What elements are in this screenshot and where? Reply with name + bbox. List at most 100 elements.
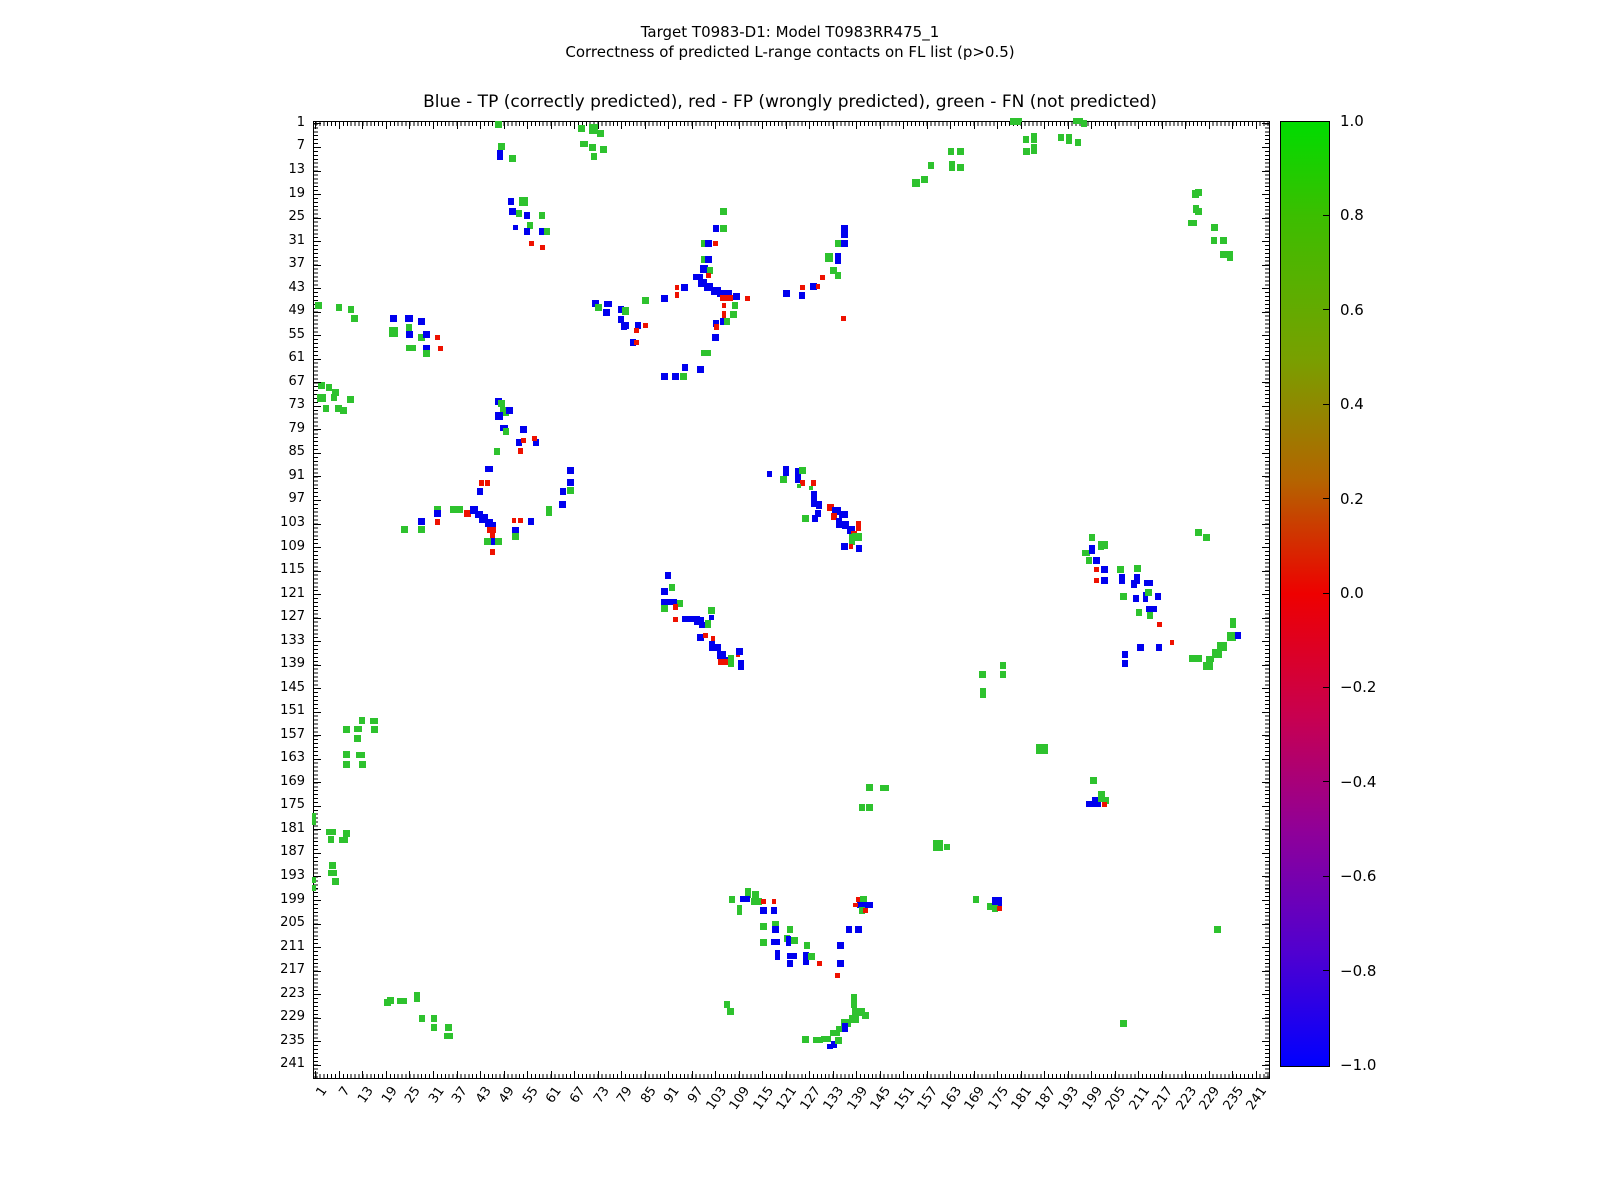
major-tick [314, 688, 321, 689]
major-tick [314, 1041, 321, 1042]
y-tick-label: 31 [235, 233, 305, 249]
contact-point-tp [1101, 577, 1108, 584]
contact-point-fn [456, 506, 463, 513]
x-tick-label: 235 [1221, 1084, 1248, 1113]
major-tick [786, 122, 787, 129]
y-tick-label: 139 [235, 656, 305, 672]
x-tick-label: 163 [938, 1084, 965, 1113]
contact-point-fn [359, 717, 366, 724]
contact-point-tp [661, 295, 668, 302]
major-tick [1262, 665, 1269, 666]
contact-point-fn [680, 373, 687, 380]
contact-point-fn [1211, 224, 1218, 231]
colorbar-tick-label: 0.0 [1340, 584, 1410, 602]
y-tick-label: 49 [235, 303, 305, 319]
x-tick-label: 73 [591, 1084, 613, 1106]
major-tick [457, 122, 458, 129]
contact-point-tp [1101, 566, 1108, 573]
major-tick [739, 1071, 740, 1078]
contact-point-fn [661, 605, 668, 612]
contact-point-fp [720, 295, 734, 300]
major-tick [362, 122, 363, 129]
figure-title-line1: Target T0983-D1: Model T0983RR475_1 [200, 22, 1380, 42]
y-tick-label: 157 [235, 727, 305, 743]
contact-point-tp [1134, 574, 1139, 583]
contact-point-tp [775, 950, 780, 959]
contact-point-fn [498, 400, 505, 407]
major-tick [1262, 194, 1269, 195]
major-tick [1262, 453, 1269, 454]
x-tick-label: 133 [821, 1084, 848, 1113]
colorbar-tick [1323, 876, 1329, 877]
contact-point-fn [1081, 120, 1088, 127]
contact-point-tp [697, 366, 704, 373]
contact-point-fn [921, 176, 928, 183]
contact-point-fp [722, 303, 727, 308]
contact-point-fn [720, 225, 727, 232]
major-tick [314, 194, 321, 195]
contact-point-fn [1227, 251, 1233, 261]
major-tick [1068, 122, 1069, 129]
major-tick [997, 1071, 998, 1078]
y-tick-label: 223 [235, 986, 305, 1002]
contact-point-tp [509, 208, 516, 215]
contact-point-fp [435, 519, 440, 524]
colorbar-tick [1323, 309, 1329, 310]
major-tick [1262, 1018, 1269, 1019]
x-tick-label: 25 [402, 1084, 424, 1106]
contact-point-fn [1031, 144, 1037, 154]
contact-point-tp [787, 953, 797, 959]
x-tick-label: 103 [703, 1084, 730, 1113]
contact-point-tp [603, 309, 610, 316]
contact-point-fn [728, 655, 734, 667]
major-tick [314, 288, 321, 289]
x-tick-label: 151 [891, 1084, 918, 1113]
major-tick [1262, 641, 1269, 642]
contact-point-tp [524, 212, 531, 219]
major-tick [314, 547, 321, 548]
colorbar-tick-label: 1.0 [1340, 112, 1410, 130]
contact-point-tp [672, 373, 679, 380]
contact-point-fn [343, 830, 350, 837]
contact-point-tp [841, 543, 848, 550]
major-tick [314, 500, 321, 501]
contact-point-tp [405, 315, 413, 322]
contact-point-fp [1102, 802, 1107, 807]
contact-point-fn [347, 396, 354, 403]
contact-point-fn [351, 315, 358, 322]
x-tick-label: 121 [774, 1084, 801, 1113]
contact-point-fp [643, 323, 648, 328]
contact-point-fn [315, 302, 322, 309]
contact-point-tp [1137, 644, 1144, 651]
contact-point-tp [477, 488, 484, 495]
major-tick [1091, 1071, 1092, 1078]
contact-point-fn [1203, 662, 1212, 670]
major-tick [1262, 782, 1269, 783]
major-tick [1262, 429, 1269, 430]
contact-point-fn [495, 538, 502, 545]
y-tick-label: 151 [235, 703, 305, 719]
major-tick [314, 641, 321, 642]
major-tick [1021, 122, 1022, 129]
contact-point-fn [595, 304, 602, 311]
major-tick [1262, 265, 1269, 266]
contact-point-fn [1023, 148, 1030, 155]
contact-point-tp [855, 926, 862, 933]
contact-point-fp [856, 521, 861, 530]
major-tick [668, 122, 669, 129]
x-tick-label: 61 [544, 1084, 566, 1106]
contact-point-tp [423, 331, 430, 338]
contact-point-fp [479, 480, 484, 485]
major-tick [1138, 122, 1139, 129]
y-tick-label: 169 [235, 774, 305, 790]
major-tick [314, 476, 321, 477]
major-tick [1262, 288, 1269, 289]
contact-point-fn [780, 476, 787, 483]
contact-point-fn [328, 836, 335, 843]
major-tick [1262, 406, 1269, 407]
x-tick-label: 37 [450, 1084, 472, 1106]
contact-point-fn [1195, 189, 1202, 196]
y-tick-label: 205 [235, 915, 305, 931]
x-tick-label: 127 [797, 1084, 824, 1113]
contact-point-fn [1058, 134, 1065, 141]
